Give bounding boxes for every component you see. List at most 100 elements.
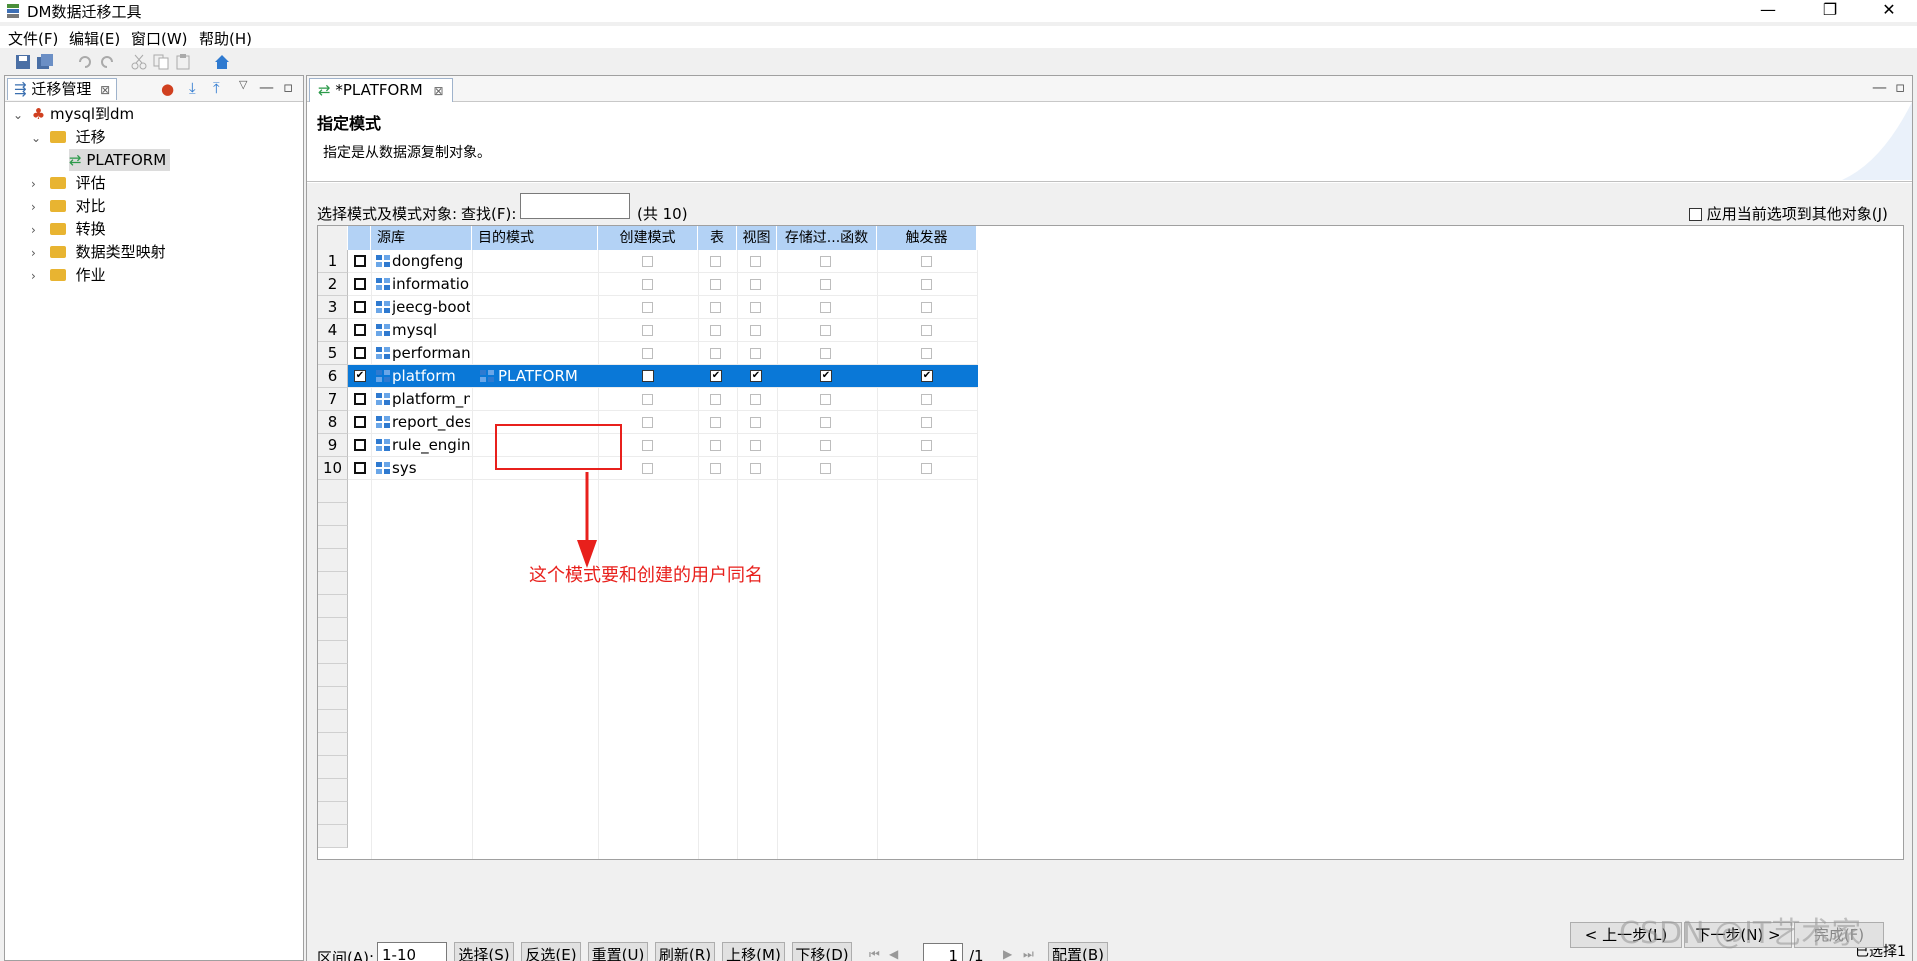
option-checkbox[interactable]	[642, 463, 653, 474]
option-checkbox[interactable]	[820, 256, 831, 267]
chevron-right-icon[interactable]: ›	[31, 173, 45, 195]
refresh-button[interactable]: 刷新(R)	[655, 942, 715, 961]
tree-item-assess[interactable]: › 评估	[31, 172, 106, 194]
apply-to-others-checkbox[interactable]: 应用当前选项到其他对象(J)	[1689, 203, 1888, 224]
maximize-icon[interactable]: ▫	[1895, 78, 1905, 96]
undo-icon[interactable]	[76, 53, 94, 71]
table-row[interactable]: information_...	[348, 273, 978, 296]
import-icon[interactable]: ⤓	[189, 79, 196, 97]
col-procedure[interactable]: 存储过...函数	[777, 226, 877, 250]
minimize-icon[interactable]: —	[259, 78, 274, 96]
option-checkbox[interactable]	[820, 325, 831, 336]
option-checkbox[interactable]	[642, 279, 653, 290]
option-checkbox[interactable]: ✔	[750, 370, 762, 382]
chevron-right-icon[interactable]: ›	[31, 242, 45, 264]
option-checkbox[interactable]	[750, 463, 761, 474]
option-checkbox[interactable]	[710, 279, 721, 290]
page-input[interactable]: 1	[923, 943, 963, 961]
minimize-icon[interactable]: —	[1745, 0, 1791, 22]
option-checkbox[interactable]	[750, 440, 761, 451]
table-row[interactable]: mysql	[348, 319, 978, 342]
col-source[interactable]: 源库	[371, 226, 472, 250]
option-checkbox[interactable]	[710, 394, 721, 405]
option-checkbox[interactable]	[750, 325, 761, 336]
invert-button[interactable]: 反选(E)	[521, 942, 581, 961]
first-page-icon[interactable]: ⏮	[869, 947, 883, 961]
option-checkbox[interactable]	[710, 256, 721, 267]
tree-item-migrate[interactable]: ⌄ 迁移	[31, 126, 106, 148]
table-row[interactable]: dongfeng	[348, 250, 978, 273]
move-down-button[interactable]: 下移(D)	[792, 942, 852, 961]
option-checkbox[interactable]	[710, 463, 721, 474]
row-checkbox[interactable]	[354, 462, 366, 474]
option-checkbox[interactable]	[921, 348, 932, 359]
save-icon[interactable]	[14, 53, 32, 71]
option-checkbox[interactable]: ✔	[921, 370, 933, 382]
option-checkbox[interactable]	[710, 440, 721, 451]
table-row[interactable]: rule_engine	[348, 434, 978, 457]
chevron-down-icon[interactable]: ⌄	[31, 127, 45, 149]
export-icon[interactable]: ⤒	[213, 79, 220, 97]
option-checkbox[interactable]	[750, 279, 761, 290]
row-checkbox[interactable]	[354, 393, 366, 405]
paste-icon[interactable]	[174, 53, 192, 71]
select-all-header[interactable]	[348, 226, 371, 250]
minimize-icon[interactable]: —	[1872, 78, 1887, 96]
option-checkbox[interactable]	[642, 417, 653, 428]
option-checkbox[interactable]	[820, 279, 831, 290]
select-button[interactable]: 选择(S)	[454, 942, 514, 961]
tab-platform[interactable]: ⇄ *PLATFORM ⊠	[309, 78, 453, 102]
find-input[interactable]	[520, 193, 630, 219]
tree-item-platform[interactable]: ⇄ PLATFORM	[69, 149, 171, 171]
option-checkbox[interactable]	[820, 302, 831, 313]
option-checkbox[interactable]	[921, 394, 932, 405]
option-checkbox[interactable]	[642, 302, 653, 313]
option-checkbox[interactable]	[750, 256, 761, 267]
option-checkbox[interactable]	[642, 394, 653, 405]
range-input[interactable]: 1-10	[377, 942, 447, 961]
tree-root[interactable]: ⌄ ♣ mysql到dm	[13, 103, 134, 125]
restore-icon[interactable]: ❐	[1807, 0, 1853, 22]
table-row[interactable]: report_desig...	[348, 411, 978, 434]
close-icon[interactable]: ⊠	[433, 84, 443, 98]
option-checkbox[interactable]	[820, 417, 831, 428]
maximize-icon[interactable]: ▫	[283, 78, 293, 96]
row-checkbox[interactable]	[354, 255, 366, 267]
menu-window[interactable]: 窗口(W)	[131, 28, 188, 49]
option-checkbox[interactable]	[820, 348, 831, 359]
chevron-down-icon[interactable]: ⌄	[13, 104, 27, 126]
row-checkbox[interactable]	[354, 439, 366, 451]
table-row[interactable]: jeecg-boot	[348, 296, 978, 319]
tree-item-compare[interactable]: › 对比	[31, 195, 106, 217]
menu-edit[interactable]: 编辑(E)	[69, 28, 120, 49]
save-all-icon[interactable]	[36, 53, 54, 71]
target-cell[interactable]: PLATFORM	[498, 365, 578, 388]
option-checkbox[interactable]	[921, 463, 932, 474]
tree-item-convert[interactable]: › 转换	[31, 218, 106, 240]
row-checkbox[interactable]: ✔	[354, 370, 366, 382]
option-checkbox[interactable]	[642, 348, 653, 359]
move-up-button[interactable]: 上移(M)	[722, 942, 785, 961]
chevron-right-icon[interactable]: ›	[31, 196, 45, 218]
option-checkbox[interactable]	[750, 348, 761, 359]
option-checkbox[interactable]	[642, 440, 653, 451]
option-checkbox[interactable]	[750, 394, 761, 405]
table-row[interactable]: platform_ne...	[348, 388, 978, 411]
tab-migration-manager[interactable]: ⇶ 迁移管理 ⊠	[7, 78, 118, 100]
option-checkbox[interactable]	[921, 325, 932, 336]
option-checkbox[interactable]: ✔	[710, 370, 722, 382]
prev-page-icon[interactable]: ◀	[889, 947, 903, 961]
table-row[interactable]: ✔ platform PLATFORM ✔ ✔ ✔ ✔	[348, 365, 978, 388]
menu-file[interactable]: 文件(F)	[8, 28, 58, 49]
copy-icon[interactable]	[152, 53, 170, 71]
config-button[interactable]: 配置(B)	[1048, 942, 1108, 961]
last-page-icon[interactable]: ⏭	[1023, 947, 1037, 961]
option-checkbox[interactable]: ✔	[820, 370, 832, 382]
option-checkbox[interactable]	[820, 440, 831, 451]
checkbox-icon[interactable]	[1689, 208, 1702, 221]
next-page-icon[interactable]: ▶	[1003, 947, 1017, 961]
row-checkbox[interactable]	[354, 301, 366, 313]
option-checkbox[interactable]	[710, 417, 721, 428]
option-checkbox[interactable]	[642, 370, 654, 382]
option-checkbox[interactable]	[750, 302, 761, 313]
